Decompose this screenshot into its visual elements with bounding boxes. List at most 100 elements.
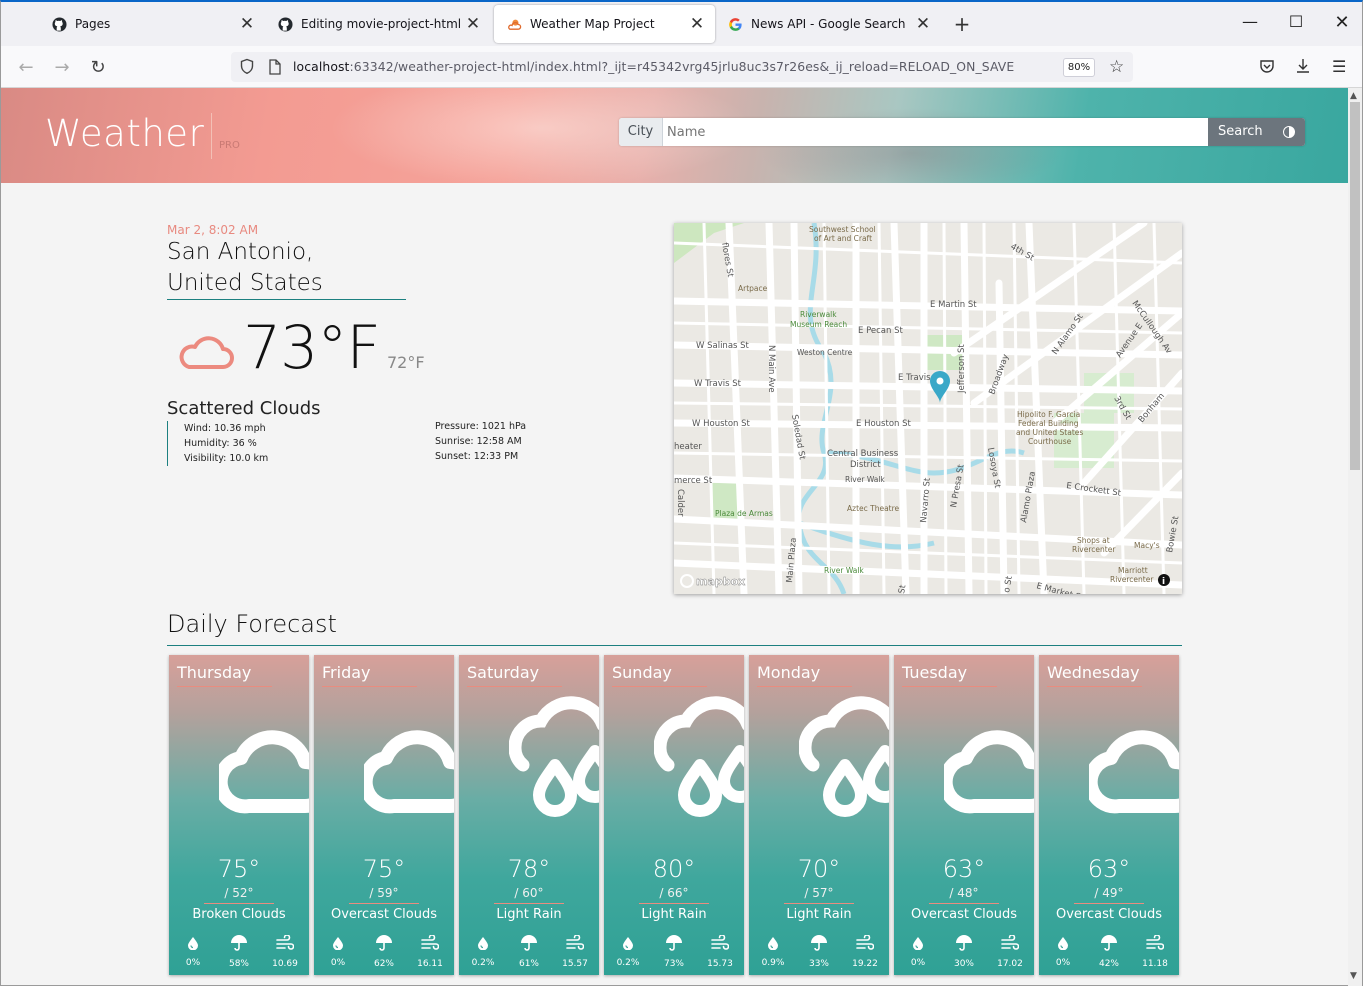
low-underline xyxy=(1074,903,1144,904)
forecast-divider xyxy=(167,645,1182,646)
tab-news-api[interactable]: News API - Google Search ✕ xyxy=(715,5,941,43)
map-attribution[interactable]: mapbox xyxy=(696,575,746,588)
tab-label: Pages xyxy=(75,17,111,31)
svg-text:Marriott: Marriott xyxy=(1118,566,1148,575)
forward-arrow-icon[interactable]: → xyxy=(49,55,75,81)
minimize-icon[interactable]: — xyxy=(1235,12,1265,38)
address-bar[interactable]: localhost:63342/weather-project-html/ind… xyxy=(231,52,1133,82)
low-underline xyxy=(784,903,854,904)
condition-details-right: Pressure: 1021 hPa Sunrise: 12:58 AM Sun… xyxy=(435,419,526,464)
svg-text:Museum Reach: Museum Reach xyxy=(790,320,847,329)
svg-text:of Art and Craft: of Art and Craft xyxy=(814,234,872,243)
precipitation-value: 0.2% xyxy=(471,958,495,968)
cloud-icon xyxy=(1083,710,1179,824)
page-scrollbar[interactable]: ▲ ▼ xyxy=(1348,88,1362,986)
bookmark-star-icon[interactable]: ☆ xyxy=(1109,57,1124,77)
forecast-condition: Light Rain xyxy=(641,907,707,922)
wind-value: 15.73 xyxy=(707,959,733,969)
url-text[interactable]: localhost:63342/weather-project-html/ind… xyxy=(293,59,1014,74)
scroll-up-icon[interactable]: ▲ xyxy=(1350,91,1357,101)
tab-pages[interactable]: Pages ✕ xyxy=(39,5,265,43)
forecast-day: Monday xyxy=(757,663,821,682)
github-icon xyxy=(51,16,67,32)
close-tab-icon[interactable]: ✕ xyxy=(685,14,709,34)
precipitation-value: 0.2% xyxy=(616,958,640,968)
pocket-icon[interactable] xyxy=(1259,58,1275,78)
svg-text:W Travis St: W Travis St xyxy=(694,379,742,389)
close-tab-icon[interactable]: ✕ xyxy=(461,14,485,34)
precipitation-stat: 0.2% xyxy=(463,935,503,968)
tab-label: News API - Google Search xyxy=(751,17,906,31)
url-host: localhost xyxy=(293,59,350,74)
forecast-condition: Overcast Clouds xyxy=(330,907,437,922)
low-underline xyxy=(349,903,419,904)
shield-icon[interactable] xyxy=(239,58,255,79)
wind-stat: 10.69 xyxy=(265,934,305,969)
wind-speed: Wind: 10.36 mph xyxy=(184,423,266,434)
reload-icon[interactable]: ↻ xyxy=(85,55,111,81)
search-button[interactable]: Search xyxy=(1208,118,1305,146)
precipitation-value: 0% xyxy=(330,958,346,968)
map-canvas[interactable]: Southwest School of Art and Craft 4th St… xyxy=(674,223,1182,594)
forecast-condition: Overcast Clouds xyxy=(1055,907,1162,922)
current-weather: Mar 2, 8:02 AM San Antonio, United State… xyxy=(167,223,547,466)
current-condition: Scattered Clouds xyxy=(167,398,321,419)
forecast-low: / 48° xyxy=(949,886,979,900)
svg-text:and United States: and United States xyxy=(1016,428,1083,437)
rain-chance-value: 62% xyxy=(373,959,394,969)
sunset: Sunset: 12:33 PM xyxy=(435,451,519,462)
tab-weather-map-project[interactable]: Weather Map Project ✕ xyxy=(494,5,715,43)
navigation-bar: ← → ↻ localhost:63342/weather-project-ht… xyxy=(1,46,1362,88)
rain-chance-value: 33% xyxy=(808,959,829,969)
forecast-low: / 57° xyxy=(804,886,834,900)
menu-icon[interactable]: ☰ xyxy=(1332,57,1346,76)
forecast-condition: Broken Clouds xyxy=(192,907,286,922)
close-tab-icon[interactable]: ✕ xyxy=(911,14,935,34)
rain-chance-value: 30% xyxy=(953,959,974,969)
precipitation-stat: 0% xyxy=(898,935,938,968)
svg-text:Riverwalk: Riverwalk xyxy=(800,310,837,319)
window-close-icon[interactable]: ✕ xyxy=(1327,12,1357,38)
city-input[interactable] xyxy=(663,118,1208,146)
theme-toggle-icon[interactable] xyxy=(1283,126,1295,138)
tab-editing-readme[interactable]: Editing movie-project-html/README ✕ xyxy=(265,5,491,43)
forecast-card-tuesday: Tuesday 63° / 48° Overcast Clouds 0% 30% 17.02 xyxy=(894,655,1034,975)
sunrise: Sunrise: 12:58 AM xyxy=(435,436,522,447)
scrollbar-thumb[interactable] xyxy=(1350,102,1360,470)
umbrella-icon xyxy=(509,935,549,955)
city-map[interactable]: Southwest School of Art and Craft 4th St… xyxy=(674,223,1182,594)
svg-text:E Martin St: E Martin St xyxy=(930,300,977,310)
precipitation-stat: 0% xyxy=(318,935,358,968)
back-arrow-icon[interactable]: ← xyxy=(13,55,39,81)
svg-text:W Houston St: W Houston St xyxy=(692,419,751,429)
svg-text:Southwest School: Southwest School xyxy=(809,225,876,234)
precipitation-value: 0% xyxy=(910,958,926,968)
rain-icon xyxy=(508,695,599,839)
wind-stat: 15.57 xyxy=(555,934,595,969)
forecast-high: 75° xyxy=(217,855,261,883)
maximize-icon[interactable]: ☐ xyxy=(1281,12,1311,38)
forecast-high: 78° xyxy=(507,855,551,883)
umbrella-icon xyxy=(799,935,839,955)
zoom-level[interactable]: 80% xyxy=(1063,58,1095,77)
forecast-high: 63° xyxy=(942,855,986,883)
rain-icon xyxy=(653,695,744,839)
wind-icon xyxy=(845,934,885,955)
forecast-day: Sunday xyxy=(612,663,672,682)
wind-value: 10.69 xyxy=(272,959,298,969)
new-tab-button[interactable]: + xyxy=(949,14,975,36)
wind-icon xyxy=(1135,934,1175,955)
low-underline xyxy=(204,903,274,904)
current-datetime: Mar 2, 8:02 AM xyxy=(167,223,259,237)
rain-chance-stat: 73% xyxy=(654,935,694,969)
current-location: San Antonio, United States xyxy=(167,237,406,300)
download-icon[interactable] xyxy=(1295,57,1311,78)
wind-icon xyxy=(555,934,595,955)
day-underline xyxy=(467,686,562,687)
precipitation-value: 0% xyxy=(1055,958,1071,968)
close-tab-icon[interactable]: ✕ xyxy=(235,14,259,34)
app-logo[interactable]: Weather xyxy=(45,112,204,155)
pressure: Pressure: 1021 hPa xyxy=(435,421,527,432)
svg-text:River Walk: River Walk xyxy=(845,475,885,484)
scroll-down-icon[interactable]: ▼ xyxy=(1350,971,1357,981)
